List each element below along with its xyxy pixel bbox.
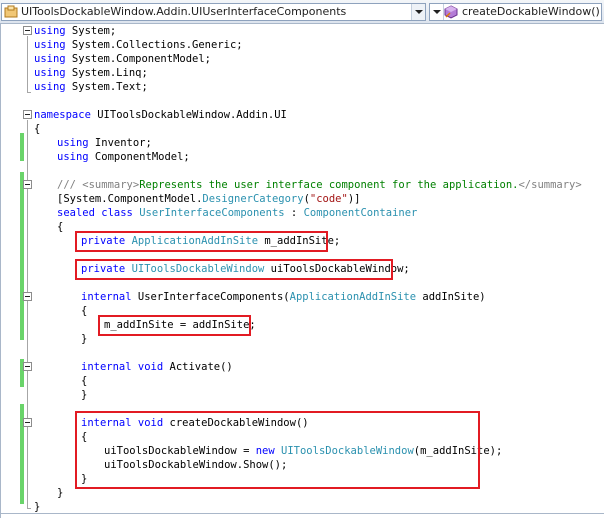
code-line[interactable]: using System.Collections.Generic; [34,38,243,52]
keyword: using [34,81,66,93]
code-line[interactable]: } [34,500,40,514]
code-text: [System.ComponentModel. [57,193,203,205]
code-line[interactable]: internal UserInterfaceComponents(Applica… [81,290,486,304]
code-line[interactable]: } [57,486,63,500]
code-text: ComponentModel; [88,151,190,163]
code-line[interactable]: sealed class UserInterfaceComponents : C… [57,206,417,220]
chevron-down-icon [433,10,441,14]
code-text: )] [347,193,361,205]
code-text: { [81,305,88,317]
code-text: } [81,333,88,345]
member-dropdown-value: createDockableWindow() [462,5,600,18]
outline-line [27,36,28,92]
class-icon [4,5,18,18]
code-text: Inventor; [88,137,152,149]
code-line[interactable]: /// <summary>Represents the user interfa… [57,178,582,192]
type-name: DesignerCategory [202,193,304,205]
code-line[interactable]: { [81,304,87,318]
code-text: } [81,389,88,401]
code-text: addInSite) [416,291,486,303]
keyword: internal void [81,361,164,373]
keyword: using [57,151,89,163]
outline-line [27,120,28,508]
highlight-box-constructor-assignment [98,315,251,336]
code-editor[interactable]: using System; using System.Collections.G… [0,24,604,518]
member-dropdown[interactable]: createDockableWindow() [429,3,602,21]
keyword: namespace [34,109,91,121]
code-text: { [34,123,41,135]
collapse-createdockablewindow-icon[interactable] [23,418,32,427]
collapse-activate-icon[interactable] [23,362,32,371]
navigation-bar: UIToolsDockableWindow.Addin.UIUserInterf… [0,0,604,24]
code-line[interactable]: { [81,374,87,388]
keyword: using [34,53,66,65]
code-line[interactable]: [System.ComponentModel.DesignerCategory(… [57,192,360,206]
code-line[interactable]: { [57,220,63,234]
code-text: UIToolsDockableWindow.Addin.UI [90,109,287,121]
highlight-box-window-field [75,259,393,280]
code-text: } [57,487,64,499]
code-text: } [34,501,41,513]
code-text: System.ComponentModel; [65,53,212,65]
code-line[interactable]: } [81,388,87,402]
collapse-constructor-icon[interactable] [23,292,32,301]
keyword: using [34,67,66,79]
string-literal: "code" [309,193,348,205]
keyword: using [57,137,89,149]
class-dropdown-arrow[interactable] [411,4,425,20]
type-name: ComponentContainer [303,207,418,219]
outline-end [27,92,31,93]
change-bar [20,133,24,161]
editor-bottom-border [0,513,604,514]
code-text: { [81,375,88,387]
keyword: using [34,39,66,51]
collapse-summary-icon[interactable] [23,180,32,189]
doc-comment-tag: </summary> [518,179,582,191]
code-line[interactable]: using Inventor; [57,136,152,150]
code-line[interactable]: { [34,122,40,136]
code-line[interactable]: using System.ComponentModel; [34,52,211,66]
class-dropdown-value: UIToolsDockableWindow.Addin.UIUserInterf… [21,5,347,18]
keyword: using [34,25,66,37]
code-line[interactable]: using System.Text; [34,80,148,94]
collapse-using-icon[interactable] [23,26,32,35]
code-line[interactable]: using System; [34,24,116,38]
doc-comment-text: Represents the user interface component … [139,179,519,191]
collapse-namespace-icon[interactable] [23,110,32,119]
member-dropdown-arrow[interactable] [430,4,444,20]
method-icon [444,5,458,19]
outline-end [27,508,31,509]
code-line[interactable]: using System.Linq; [34,66,148,80]
code-text: System; [65,25,117,37]
code-text: System.Linq; [65,67,148,79]
change-bar [20,172,24,340]
code-text: System.Text; [65,81,148,93]
code-line[interactable]: } [81,332,87,346]
code-text: UserInterfaceComponents( [131,291,290,303]
code-line[interactable]: internal void Activate() [81,360,233,374]
doc-comment-tag: /// <summary> [57,179,140,191]
chevron-down-icon [415,10,423,14]
keyword: sealed class [57,207,133,219]
highlight-box-createdockablewindow-method [75,411,480,489]
type-name: ApplicationAddInSite [289,291,417,303]
code-line[interactable]: using ComponentModel; [57,150,190,164]
type-name: UserInterfaceComponents [139,207,285,219]
code-text: : [284,207,304,219]
highlight-box-addinsite-field [75,231,328,252]
code-text: System.Collections.Generic; [65,39,243,51]
editor-left-border [0,24,1,518]
code-text: Activate() [163,361,233,373]
code-text: { [57,221,64,233]
code-line[interactable]: namespace UIToolsDockableWindow.Addin.UI [34,108,287,122]
class-dropdown[interactable]: UIToolsDockableWindow.Addin.UIUserInterf… [1,3,426,21]
keyword: internal [81,291,132,303]
